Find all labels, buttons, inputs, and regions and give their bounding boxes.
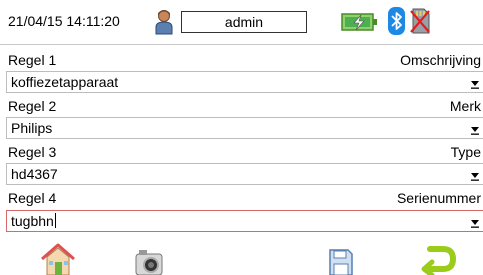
user-icon — [155, 10, 173, 35]
row-2-value: Philips — [11, 120, 53, 136]
user-field[interactable]: admin — [181, 11, 307, 33]
row-4-select[interactable]: tugbhn — [6, 210, 483, 232]
row-4-value: tugbhn — [11, 213, 54, 229]
row-2-field-name: Merk — [449, 98, 481, 114]
row-1-select[interactable]: koffiezetapparaat — [6, 71, 483, 93]
row-4-field-name: Serienummer — [396, 190, 481, 206]
row-1-value: koffiezetapparaat — [11, 74, 119, 90]
camera-icon[interactable] — [128, 242, 168, 275]
row-3-field-name: Type — [450, 144, 481, 160]
back-arrow-icon[interactable] — [418, 242, 458, 275]
dropdown-arrow-icon[interactable] — [470, 218, 480, 228]
row-1-field-name: Omschrijving — [400, 52, 481, 68]
row-4-label: Regel 4 — [8, 190, 57, 206]
datetime: 21/04/15 14:11:20 — [8, 13, 120, 29]
dropdown-arrow-icon[interactable] — [470, 125, 480, 135]
footer-toolbar — [0, 242, 483, 275]
status-divider — [0, 44, 483, 45]
row-3-select[interactable]: hd4367 — [6, 163, 483, 185]
status-bar: 21/04/15 14:11:20 admin — [0, 0, 483, 44]
row-3-label: Regel 3 — [8, 144, 57, 160]
bluetooth-icon — [388, 7, 405, 35]
row-2-label: Regel 2 — [8, 98, 57, 114]
row-1-label: Regel 1 — [8, 52, 57, 68]
row-2-select[interactable]: Philips — [6, 117, 483, 139]
dropdown-arrow-icon[interactable] — [470, 79, 480, 89]
text-cursor — [54, 213, 56, 228]
sd-card-missing-icon — [410, 8, 430, 34]
dropdown-arrow-icon[interactable] — [470, 171, 480, 181]
row-3-value: hd4367 — [11, 166, 58, 182]
save-icon[interactable] — [320, 242, 360, 275]
home-icon[interactable] — [38, 242, 78, 275]
row-4-value-wrap: tugbhn — [11, 213, 56, 230]
battery-charging-icon — [341, 13, 377, 31]
